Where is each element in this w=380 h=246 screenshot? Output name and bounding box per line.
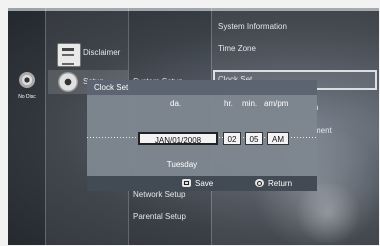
minute-field[interactable]: 05 — [245, 132, 263, 145]
minute-header: min. — [242, 99, 258, 108]
tv-screen: No Disc Disclaimer Setup System Setup Ne… — [8, 8, 379, 245]
date-header: da. — [170, 99, 182, 108]
ampm-header: am/pm — [264, 99, 289, 108]
menu-item-network-setup[interactable]: Network Setup — [133, 190, 185, 199]
return-button[interactable]: Return — [255, 179, 292, 188]
save-button[interactable]: Save — [182, 179, 213, 188]
menu-item-system-information[interactable]: System Information — [218, 22, 287, 31]
hour-field[interactable]: 02 — [223, 132, 241, 145]
clock-set-dialog: Clock Set da. hr. min. am/pm JAN/01/2008… — [87, 80, 317, 191]
disc-status: No Disc — [12, 66, 42, 106]
column-divider — [45, 8, 46, 245]
no-disc-label: No Disc — [18, 94, 36, 100]
date-field[interactable]: JAN/01/2008 — [138, 132, 218, 145]
disclaimer-icon — [57, 43, 81, 67]
menu-item-disclaimer[interactable]: Disclaimer — [83, 48, 120, 57]
save-key-icon — [182, 179, 191, 187]
menu-item-time-zone[interactable]: Time Zone — [218, 44, 256, 53]
disc-icon — [19, 72, 35, 88]
dialog-title: Clock Set — [94, 83, 129, 92]
ampm-field[interactable]: AM — [267, 132, 289, 145]
save-label: Save — [195, 179, 214, 188]
dialog-header: Clock Set — [87, 80, 317, 95]
return-label: Return — [268, 179, 293, 188]
menu-item-parental-setup[interactable]: Parental Setup — [133, 212, 186, 221]
gear-icon — [58, 72, 78, 92]
weekday-label: Tuesday — [166, 160, 198, 169]
hour-header: hr. — [224, 99, 233, 108]
return-key-icon — [255, 179, 264, 187]
